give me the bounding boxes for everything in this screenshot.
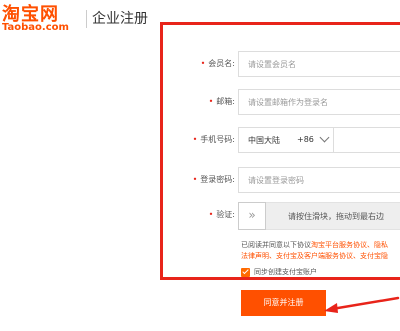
agreement-prefix: 已阅读并同意以下协议 [241, 241, 311, 249]
slider-handle[interactable]: » [238, 202, 266, 230]
taobao-logo-domain[interactable]: Taobao.com [2, 22, 69, 33]
phone-label: • 手机号码: [193, 134, 235, 145]
verify-label: • 验证: [209, 209, 235, 220]
required-mark: • [208, 97, 214, 106]
member-name-input[interactable] [238, 51, 400, 77]
agree-register-button[interactable]: 同意并注册 [241, 290, 326, 316]
chevron-down-icon [319, 132, 330, 143]
agreement-link-platform[interactable]: 淘宝平台服务协议、隐私 [311, 241, 388, 249]
member-name-label-text: 会员名: [208, 59, 235, 68]
required-mark: • [200, 59, 206, 68]
country-code: +86 [297, 135, 314, 144]
country-code-select[interactable]: 中国大陆 +86 [238, 127, 334, 153]
agreement-text: 已阅读并同意以下协议淘宝平台服务协议、隐私 法律声明、支付宝及客户端服务协议、支… [241, 240, 400, 262]
phone-row: • 手机号码: 中国大陆 +86 [0, 127, 400, 155]
header-divider [86, 10, 87, 28]
country-name: 中国大陆 [248, 136, 280, 145]
alipay-checkbox-row[interactable]: 同步创建支付宝账户 [241, 267, 317, 277]
email-label: • 邮箱: [209, 96, 235, 107]
slider-hint-text: 请按住滑块，拖动到最右边 [288, 212, 384, 221]
page: 淘宝网 Taobao.com 企业注册 •会员名: •邮箱: •手机号码: 中国… [0, 0, 400, 331]
required-mark: • [192, 135, 198, 144]
email-label-text: 邮箱: [216, 97, 235, 106]
agreement-link-legal[interactable]: 法律声明、支付宝及客户端服务协议、支付宝隐 [241, 252, 388, 260]
verify-row: • 验证: » 请按住滑块，拖动到最右边 [0, 202, 400, 230]
required-mark: • [208, 210, 214, 219]
verify-label-text: 验证: [216, 210, 235, 219]
password-row: • 登录密码: [0, 167, 400, 195]
email-row: • 邮箱: [0, 89, 400, 117]
password-label-text: 登录密码: [200, 175, 235, 184]
phone-label-text: 手机号码: [200, 135, 235, 144]
page-title: 企业注册 [92, 11, 148, 27]
password-label: • 登录密码: [193, 174, 235, 185]
required-mark: • [192, 175, 198, 184]
phone-number-input[interactable] [333, 127, 400, 153]
email-input[interactable] [238, 89, 400, 115]
member-name-row: • 会员名: [0, 51, 400, 79]
password-input[interactable] [238, 167, 400, 193]
member-name-label: • 会员名: [201, 58, 235, 69]
checkbox[interactable] [241, 267, 250, 277]
checkbox-label: 同步创建支付宝账户 [254, 268, 317, 276]
arrow-icon [324, 296, 400, 313]
